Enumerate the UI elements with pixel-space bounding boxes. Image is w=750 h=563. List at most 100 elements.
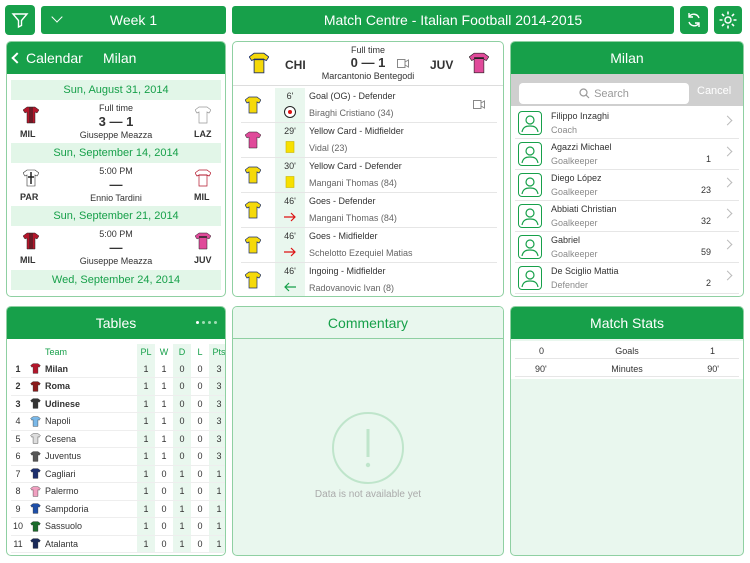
table-row[interactable]: 10 Sassuolo 1 0 1 0 1 <box>11 517 225 536</box>
team-shirt-icon <box>29 521 41 532</box>
pos-cell: 1 <box>11 360 25 378</box>
match-score: — <box>109 240 123 255</box>
pl-cell: 1 <box>137 465 155 483</box>
refresh-button[interactable] <box>680 6 708 34</box>
stat-right: 1 <box>709 346 715 356</box>
player-row[interactable]: Abbiati Christian Goalkeeper 32 <box>515 201 739 232</box>
table-row[interactable]: 2 Roma 1 1 0 0 3 <box>11 377 225 396</box>
tables-panel: Tables Team PL W D L Pts 1 Milan 1 1 0 0 3 2 Rom… <box>6 306 226 556</box>
team-shirt-icon <box>29 433 41 444</box>
week-selector[interactable]: Week 1 <box>41 6 226 34</box>
filter-icon <box>11 13 29 29</box>
pl-cell: 1 <box>137 412 155 431</box>
standings-body: 1 Milan 1 1 0 0 3 2 Roma 1 1 0 0 3 3 Udinese 1 1 0 0 3 4 Napol… <box>11 360 225 553</box>
table-row[interactable]: 9 Sampdoria 1 0 1 0 1 <box>11 500 225 518</box>
w-cell: 1 <box>155 430 173 448</box>
shirt-cell <box>25 377 45 396</box>
event-minute: 29' <box>284 126 296 136</box>
event-minute: 30' <box>284 161 296 171</box>
w-cell: 0 <box>155 517 173 536</box>
table-row[interactable]: 7 Cagliari 1 0 1 0 1 <box>11 465 225 483</box>
avatar-icon <box>518 173 542 197</box>
table-row[interactable]: 6 Juventus 1 1 0 0 3 <box>11 447 225 466</box>
match-row[interactable]: MIL 5:00 PM — Giuseppe Meazza JUV <box>7 228 225 268</box>
cancel-button[interactable]: Cancel <box>697 85 731 97</box>
page-dots[interactable] <box>196 321 217 324</box>
player-number: 23 <box>700 185 711 195</box>
player-name: Gabriel <box>551 235 581 245</box>
pos-cell: 8 <box>11 482 25 501</box>
search-bar: Search Cancel <box>511 74 743 106</box>
event-minute: 46' <box>284 231 296 241</box>
search-input[interactable]: Search <box>519 83 689 104</box>
col-header: Pts <box>209 344 225 360</box>
l-cell: 0 <box>191 430 209 448</box>
title-text: Match Centre - Italian Football 2014-201… <box>323 12 583 28</box>
shirt-cell <box>25 360 45 378</box>
events-list: 6' Goal (OG) - Defender Biraghi Cristian… <box>233 88 503 296</box>
d-cell: 0 <box>173 430 191 448</box>
player-row[interactable]: De Sciglio Mattia Defender 2 <box>515 263 739 294</box>
player-row[interactable]: Agazzi Michael Goalkeeper 1 <box>515 139 739 170</box>
pts-cell: 3 <box>209 377 225 396</box>
pl-cell: 1 <box>137 535 155 553</box>
match-status: 5:00 PM <box>99 229 133 239</box>
stats-header: Match Stats <box>511 307 743 339</box>
player-number: 2 <box>705 278 711 288</box>
pl-cell: 1 <box>137 447 155 466</box>
pts-cell: 1 <box>209 500 225 518</box>
table-row[interactable]: 3 Udinese 1 1 0 0 3 <box>11 395 225 413</box>
event-row[interactable]: 46' Ingoing - Midfielder Radovanovic Iva… <box>241 263 497 296</box>
d-cell: 0 <box>173 412 191 431</box>
event-title: Ingoing - Midfielder <box>309 266 386 276</box>
team-cell: Napoli <box>45 412 137 431</box>
video-icon[interactable] <box>397 59 409 68</box>
d-cell: 0 <box>173 360 191 378</box>
calendar-back-button[interactable]: Calendar <box>11 50 83 66</box>
table-row[interactable]: 5 Cesena 1 1 0 0 3 <box>11 430 225 448</box>
settings-button[interactable] <box>714 6 742 34</box>
event-row[interactable]: 46' Goes - Midfielder Schelotto Ezequiel… <box>241 228 497 263</box>
l-cell: 0 <box>191 465 209 483</box>
player-name: Filippo Inzaghi <box>551 111 610 121</box>
player-row[interactable]: Filippo Inzaghi Coach <box>515 108 739 139</box>
d-cell: 1 <box>173 465 191 483</box>
event-row[interactable]: 29' Yellow Card - Midfielder Vidal (23) <box>241 123 497 158</box>
shirt-cell <box>25 412 45 431</box>
event-row[interactable]: 6' Goal (OG) - Defender Biraghi Cristian… <box>241 88 497 123</box>
player-row[interactable]: Gabriel Goalkeeper 59 <box>515 232 739 263</box>
l-cell: 0 <box>191 500 209 518</box>
table-row[interactable]: 1 Milan 1 1 0 0 3 <box>11 360 225 378</box>
table-row[interactable]: 11 Atalanta 1 0 1 0 1 <box>11 535 225 553</box>
player-row[interactable]: Diego López Goalkeeper 23 <box>515 170 739 201</box>
pl-cell: 1 <box>137 430 155 448</box>
match-row[interactable]: PAR 5:00 PM — Ennio Tardini MIL <box>7 165 225 205</box>
pts-cell: 1 <box>209 482 225 501</box>
table-row[interactable]: 8 Palermo 1 0 1 0 1 <box>11 482 225 501</box>
match-row[interactable]: MIL Full time 3 — 1 Giuseppe Meazza LAZ <box>7 102 225 142</box>
calendar-team: Milan <box>103 50 137 66</box>
team-cell: Milan <box>45 360 137 378</box>
avatar-icon <box>518 266 542 290</box>
exclamation-icon <box>332 412 404 484</box>
event-player: Schelotto Ezequiel Matias <box>309 248 413 258</box>
shirt-cell <box>25 535 45 553</box>
pts-cell: 3 <box>209 360 225 378</box>
juv-shirt-icon <box>245 131 261 149</box>
table-row[interactable]: 4 Napoli 1 1 0 0 3 <box>11 412 225 431</box>
pos-cell: 3 <box>11 395 25 413</box>
w-cell: 1 <box>155 360 173 378</box>
team-shirt-icon <box>29 416 41 427</box>
pts-cell: 1 <box>209 465 225 483</box>
match-venue: Giuseppe Meazza <box>79 256 153 266</box>
ball-icon <box>284 106 296 118</box>
shirt-cell <box>25 500 45 518</box>
event-title: Goes - Midfielder <box>309 231 378 241</box>
event-player: Vidal (23) <box>309 143 348 153</box>
pos-cell: 4 <box>11 412 25 431</box>
filter-button[interactable] <box>5 5 35 35</box>
event-row[interactable]: 30' Yellow Card - Defender Mangani Thoma… <box>241 158 497 193</box>
video-icon[interactable] <box>473 100 485 109</box>
event-row[interactable]: 46' Goes - Defender Mangani Thomas (84) <box>241 193 497 228</box>
avatar-icon <box>518 111 542 135</box>
